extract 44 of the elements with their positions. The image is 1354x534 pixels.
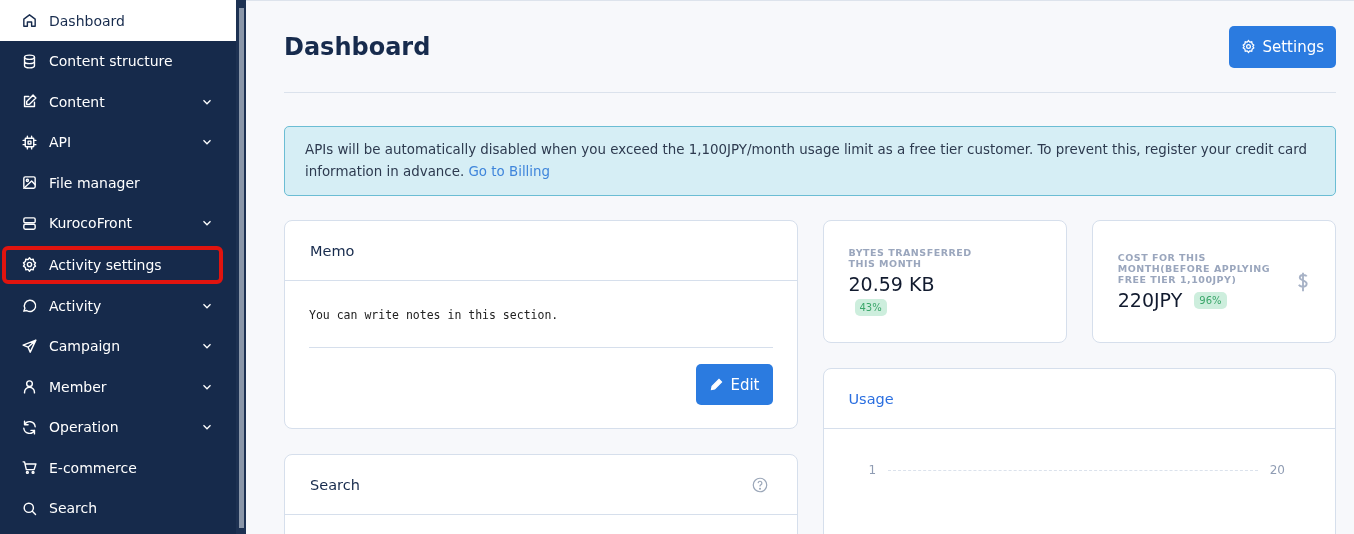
sidebar-item[interactable]: Campaign: [0, 326, 236, 367]
chat-bubble-icon: [21, 297, 38, 315]
alert-message: APIs will be automatically disabled when you exceed the 1,100JPY/month usage limit as a free tier customer. To prevent this, register your credit card information in advance. Go to Billing: [305, 141, 1308, 181]
image-icon: [21, 174, 38, 192]
help-icon[interactable]: [750, 475, 769, 494]
chip-icon: [21, 133, 38, 151]
settings-button[interactable]: Settings: [1229, 25, 1336, 68]
percent-badge: 43%: [854, 299, 887, 316]
sidebar-item[interactable]: API: [0, 122, 236, 163]
sidebar-item[interactable]: Activity settings: [2, 245, 223, 284]
sidebar-item[interactable]: KurocoFront: [0, 203, 236, 244]
gear-icon: [1241, 39, 1257, 54]
page-title: Dashboard: [284, 32, 431, 61]
sidebar-item[interactable]: Operation: [0, 407, 236, 448]
stat-value: 220JPY: [1117, 289, 1183, 311]
card-title: Search: [310, 476, 360, 493]
user-icon: [21, 378, 38, 396]
sidebar-item[interactable]: Content structure: [0, 41, 236, 82]
sidebar-item[interactable]: Search: [0, 488, 236, 529]
edit-button[interactable]: Edit: [696, 364, 773, 405]
axis-label: 1: [868, 463, 877, 477]
percent-badge: 96%: [1194, 291, 1227, 309]
stat-value: 20.59 KB: [848, 273, 935, 295]
card-title: Memo: [310, 242, 355, 259]
sidebar-item[interactable]: Dashboard: [0, 0, 236, 41]
sidebar-item[interactable]: Member: [0, 366, 236, 407]
database-icon: [21, 52, 38, 70]
pencil-icon: [709, 377, 725, 392]
refresh-icon: [21, 418, 38, 436]
sidebar-item[interactable]: Activity: [0, 285, 236, 326]
stat-label: COST FOR THIS MONTH(BEFORE APPLYING FREE TIER 1,100JPY): [1117, 252, 1271, 285]
home-icon: [21, 12, 38, 29]
card-title: Usage: [848, 390, 894, 407]
stat-label: BYTES TRANSFERRED THIS MONTH: [848, 247, 973, 269]
gear-icon: [21, 256, 38, 273]
sidebar-item[interactable]: Content: [0, 81, 236, 122]
scrollbar[interactable]: [236, 0, 246, 534]
sidebar-item[interactable]: File manager: [0, 162, 236, 203]
axis-label: 20: [1269, 463, 1285, 477]
cart-icon: [21, 459, 38, 477]
memo-text: You can write notes in this section.: [309, 281, 773, 348]
sidebar-item[interactable]: E-commerce: [0, 447, 236, 488]
server-icon: [21, 214, 38, 232]
paper-plane-icon: [21, 337, 38, 355]
